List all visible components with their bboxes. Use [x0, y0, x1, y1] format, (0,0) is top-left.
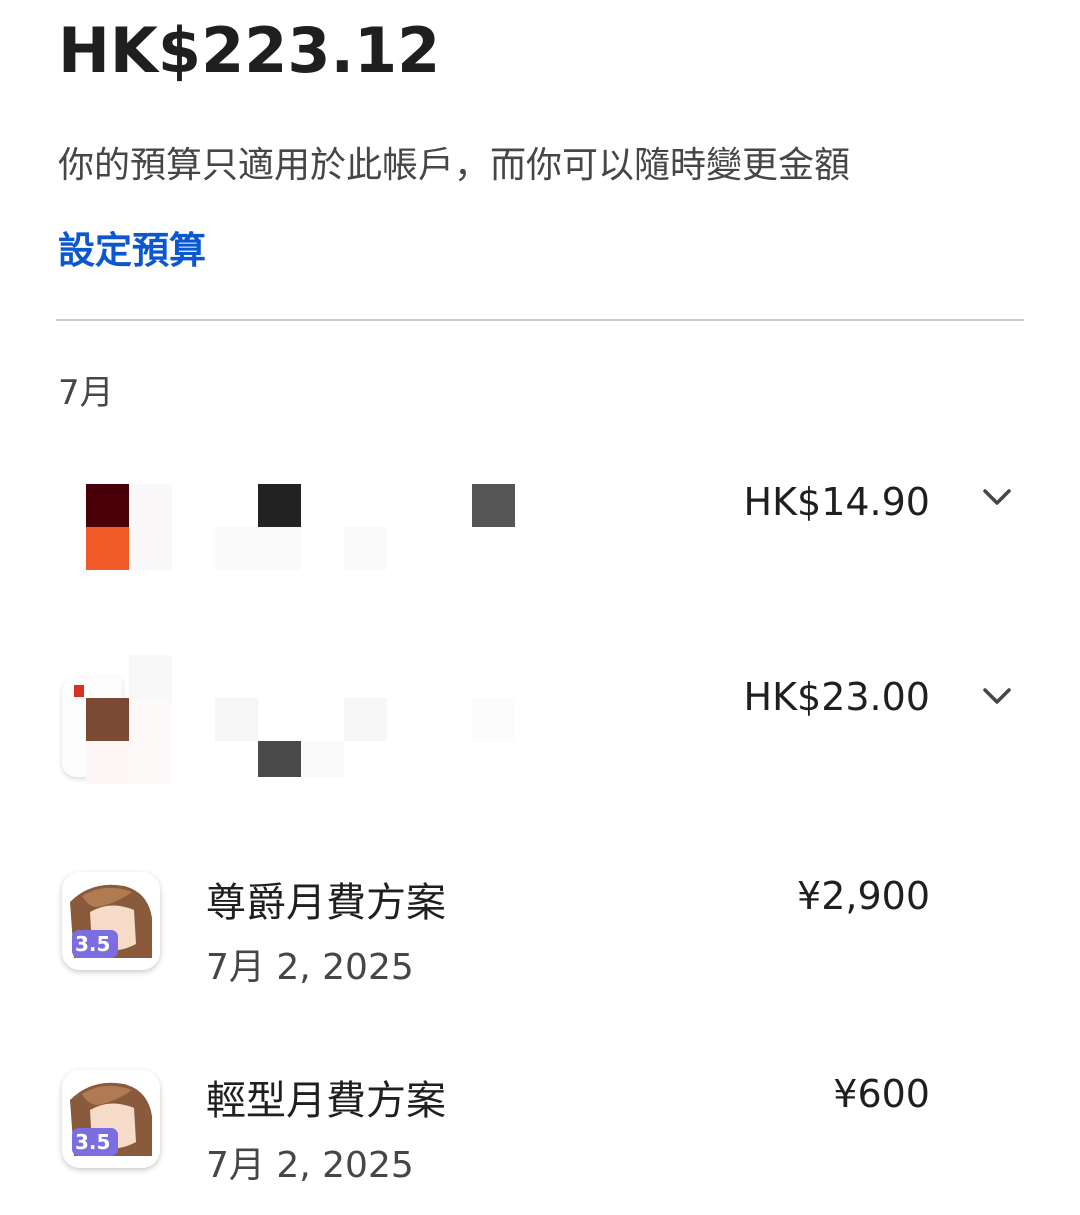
item-title: 輕型月費方案	[206, 1078, 446, 1124]
transaction-row[interactable]: 3.5 輕型月費方案 7月 2, 2025 ¥600	[0, 1058, 1080, 1188]
app-badge: 3.5	[75, 932, 111, 956]
budget-total: HK$223.12	[58, 14, 441, 87]
divider	[56, 319, 1024, 321]
item-date: 7月 2, 2025	[206, 947, 414, 988]
transaction-row[interactable]: 3.5 尊爵月費方案 7月 2, 2025 ¥2,900	[0, 860, 1080, 990]
transaction-amount: HK$23.00	[743, 675, 930, 719]
app-icon: 3.5	[62, 872, 160, 970]
chevron-down-icon[interactable]	[980, 679, 1014, 713]
item-title: 尊爵月費方案	[206, 880, 446, 926]
transaction-row[interactable]: HK$23.00	[0, 655, 1080, 790]
chevron-down-icon[interactable]	[980, 480, 1014, 514]
transaction-amount: ¥2,900	[797, 874, 930, 918]
budget-description: 你的預算只適用於此帳戶，而你可以隨時變更金額	[58, 145, 851, 186]
transaction-row[interactable]: HK$14.90	[0, 470, 1080, 590]
transaction-amount: ¥600	[833, 1072, 930, 1116]
month-header: 7月	[58, 373, 114, 413]
item-date: 7月 2, 2025	[206, 1145, 414, 1186]
transaction-amount: HK$14.90	[743, 480, 930, 524]
app-badge: 3.5	[75, 1130, 111, 1154]
app-icon: 3.5	[62, 1070, 160, 1168]
set-budget-link[interactable]: 設定預算	[58, 220, 206, 274]
